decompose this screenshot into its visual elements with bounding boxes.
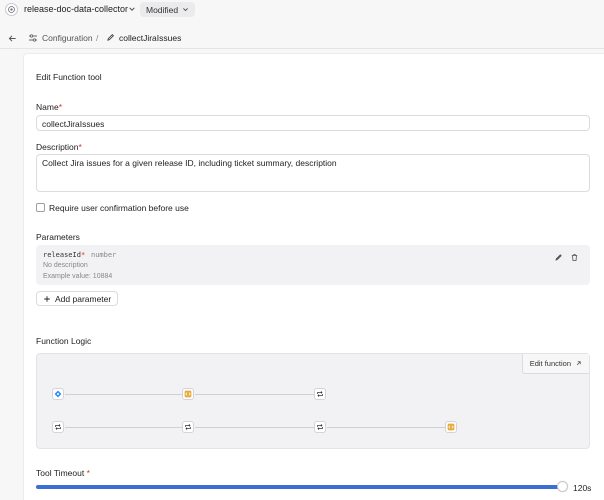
edit-function-label: Edit function	[529, 359, 571, 368]
parameter-name-text: releaseId	[43, 251, 81, 259]
timeout-slider-track[interactable]	[36, 485, 563, 489]
arrow-left-icon	[8, 34, 16, 42]
loop-icon	[317, 391, 323, 397]
flow-node[interactable]	[314, 421, 326, 433]
flow-edge	[195, 394, 314, 395]
flow-edge	[195, 427, 314, 428]
function-logic-canvas[interactable]: Edit function	[36, 353, 590, 449]
description-field[interactable]: Collect Jira issues for a given release …	[36, 154, 590, 192]
parameter-description: No description	[43, 262, 88, 269]
breadcrumb-current: collectJiraIssues	[119, 33, 182, 43]
require-confirmation-checkbox[interactable]	[36, 203, 45, 212]
timeout-value: 120s	[573, 483, 592, 493]
chevron-down-icon[interactable]	[128, 5, 136, 13]
add-parameter-button[interactable]: Add parameter	[36, 291, 119, 306]
parameters-heading: Parameters	[36, 232, 80, 242]
flow-node[interactable]	[52, 421, 64, 433]
external-link-icon	[576, 361, 581, 366]
name-label-text: Name	[36, 102, 59, 112]
flow-node[interactable]	[445, 421, 457, 433]
breadcrumb-separator: /	[96, 33, 99, 43]
sliders-icon	[29, 34, 37, 42]
status-dropdown[interactable]: Modified	[140, 2, 196, 17]
jira-icon	[54, 390, 62, 398]
add-parameter-label: Add parameter	[55, 293, 112, 304]
flow-edge	[65, 394, 182, 395]
plus-icon	[44, 295, 50, 302]
required-mark: *	[78, 142, 82, 152]
flow-node[interactable]	[52, 388, 64, 400]
chevron-down-icon	[183, 8, 189, 12]
status-label: Modified	[146, 4, 179, 15]
loop-icon	[55, 424, 61, 430]
loop-icon	[185, 424, 191, 430]
loop-icon	[317, 424, 323, 430]
required-mark: *	[86, 468, 90, 478]
breadcrumb: Configuration / collectJiraIssues	[0, 27, 604, 49]
description-field-value: Collect Jira issues for a given release …	[42, 158, 337, 168]
breadcrumb-configuration[interactable]: Configuration	[42, 33, 93, 43]
pencil-icon[interactable]	[554, 253, 563, 262]
flow-edge	[65, 427, 182, 428]
parameter-type: number	[91, 251, 117, 259]
name-field-value: collectJiraIssues	[42, 119, 105, 129]
top-bar: release-doc-data-collector Modified	[0, 0, 604, 20]
pencil-icon	[107, 34, 114, 41]
required-mark: *	[58, 102, 62, 112]
name-label: Name*	[36, 102, 62, 112]
code-block-icon	[184, 390, 192, 398]
parameter-name: releaseId*	[43, 251, 85, 259]
flow-edge	[327, 427, 445, 428]
description-label: Description*	[36, 142, 82, 152]
require-confirmation-label[interactable]: Require user confirmation before use	[49, 203, 189, 213]
app-name[interactable]: release-doc-data-collector	[24, 4, 128, 14]
function-logic-heading: Function Logic	[36, 336, 92, 346]
tool-timeout-label-text: Tool Timeout	[36, 468, 85, 478]
parameter-card: releaseId* number No description Example…	[36, 245, 590, 285]
timeout-slider-handle[interactable]	[557, 481, 568, 492]
required-mark: *	[80, 251, 86, 259]
flow-node[interactable]	[314, 388, 326, 400]
flow-node[interactable]	[182, 388, 194, 400]
parameter-example: Example value: 10884	[43, 273, 113, 280]
flow-node[interactable]	[182, 421, 194, 433]
tool-timeout-label: Tool Timeout *	[36, 468, 90, 478]
page-title: Edit Function tool	[36, 72, 102, 82]
app-logo-icon	[5, 3, 18, 16]
trash-icon[interactable]	[570, 253, 579, 262]
edit-function-button[interactable]: Edit function	[521, 354, 589, 374]
description-label-text: Description	[36, 142, 79, 152]
name-field[interactable]: collectJiraIssues	[36, 115, 590, 131]
back-button[interactable]	[6, 32, 18, 44]
code-block-icon	[447, 423, 455, 431]
